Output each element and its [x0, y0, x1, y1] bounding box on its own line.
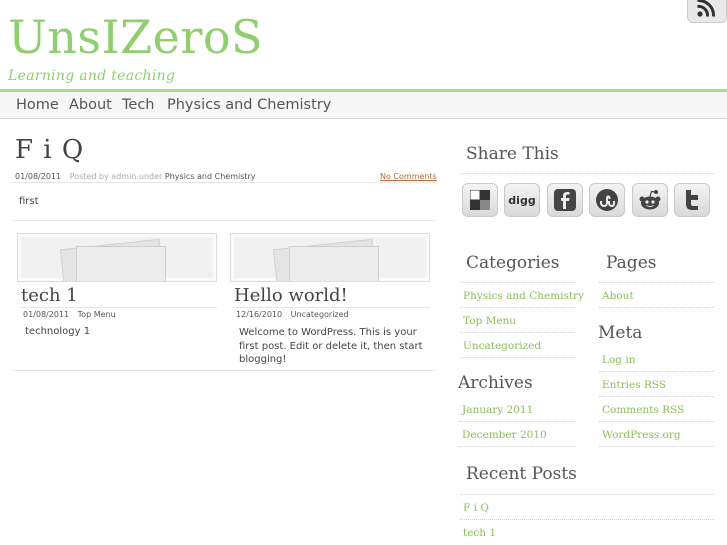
digg-icon: digg	[508, 193, 536, 207]
rss-button[interactable]	[687, 0, 727, 23]
post-thumbnail[interactable]	[17, 233, 217, 282]
recent-post-link[interactable]: F i Q	[463, 502, 489, 514]
archive-link[interactable]: December 2010	[462, 429, 547, 441]
recent-post-link[interactable]: tech 1	[463, 527, 496, 539]
meta-heading: Meta	[598, 323, 643, 343]
related-post-excerpt: Welcome to WordPress. This is your first…	[239, 327, 423, 365]
nav-about[interactable]: About	[69, 97, 112, 113]
meta-link[interactable]: Entries RSS	[602, 379, 666, 391]
post-thumbnail[interactable]	[230, 233, 430, 282]
nav-physics-and-chemistry[interactable]: Physics and Chemistry	[167, 97, 331, 113]
share-facebook-button[interactable]	[547, 183, 583, 217]
related-post-excerpt: technology 1	[25, 326, 91, 337]
stumbleupon-icon	[596, 189, 618, 211]
post-date: 01/08/2011	[15, 172, 62, 181]
rss-icon	[697, 0, 716, 17]
share-digg-button[interactable]: digg	[504, 183, 540, 217]
related-post-title[interactable]: Hello world!	[234, 285, 348, 306]
category-link[interactable]: Top Menu	[463, 315, 516, 327]
related-post-category[interactable]: Uncategorized	[291, 310, 349, 319]
meta-link[interactable]: WordPress.org	[602, 429, 681, 441]
facebook-icon	[554, 189, 576, 211]
site-title[interactable]: UnsIZeroS	[8, 14, 263, 60]
site-tagline: Learning and teaching	[8, 68, 176, 84]
related-post-meta: 01/08/2011 Top Menu	[23, 310, 116, 319]
post-comments-link[interactable]: No Comments	[380, 172, 437, 181]
related-post-category[interactable]: Top Menu	[78, 310, 116, 319]
post-category-link[interactable]: Physics and Chemistry	[165, 172, 256, 181]
pages-heading: Pages	[606, 253, 657, 273]
share-twitter-button[interactable]	[674, 183, 710, 217]
post-author: Posted by admin under	[69, 172, 163, 181]
related-post-title[interactable]: tech 1	[21, 285, 78, 306]
post-title[interactable]: F i Q	[15, 135, 84, 165]
archive-link[interactable]: January 2011	[462, 404, 533, 416]
category-link[interactable]: Uncategorized	[463, 340, 541, 352]
related-post-meta: 12/16/2010 Uncategorized	[236, 310, 349, 319]
reddit-icon	[639, 190, 661, 210]
archives-heading: Archives	[458, 373, 533, 393]
nav-tech[interactable]: Tech	[122, 97, 154, 113]
delicious-icon	[470, 190, 490, 210]
share-reddit-button[interactable]	[632, 183, 668, 217]
twitter-icon	[686, 190, 698, 210]
share-stumbleupon-button[interactable]	[589, 183, 625, 217]
page-link[interactable]: About	[602, 290, 634, 302]
share-delicious-button[interactable]	[462, 183, 498, 217]
recent-posts-heading: Recent Posts	[466, 464, 577, 484]
categories-heading: Categories	[466, 253, 560, 273]
related-post-date: 01/08/2011	[23, 310, 70, 319]
post-meta: 01/08/2011 Posted by admin under Physics…	[15, 172, 256, 181]
meta-link[interactable]: Log in	[602, 354, 635, 366]
related-post-date: 12/16/2010	[236, 310, 283, 319]
nav-home[interactable]: Home	[16, 97, 59, 113]
share-heading: Share This	[466, 144, 559, 164]
main-nav: Home About Tech Physics and Chemistry	[0, 89, 727, 119]
category-link[interactable]: Physics and Chemistry	[463, 290, 584, 302]
post-body: first	[19, 196, 39, 207]
meta-link[interactable]: Comments RSS	[602, 404, 684, 416]
